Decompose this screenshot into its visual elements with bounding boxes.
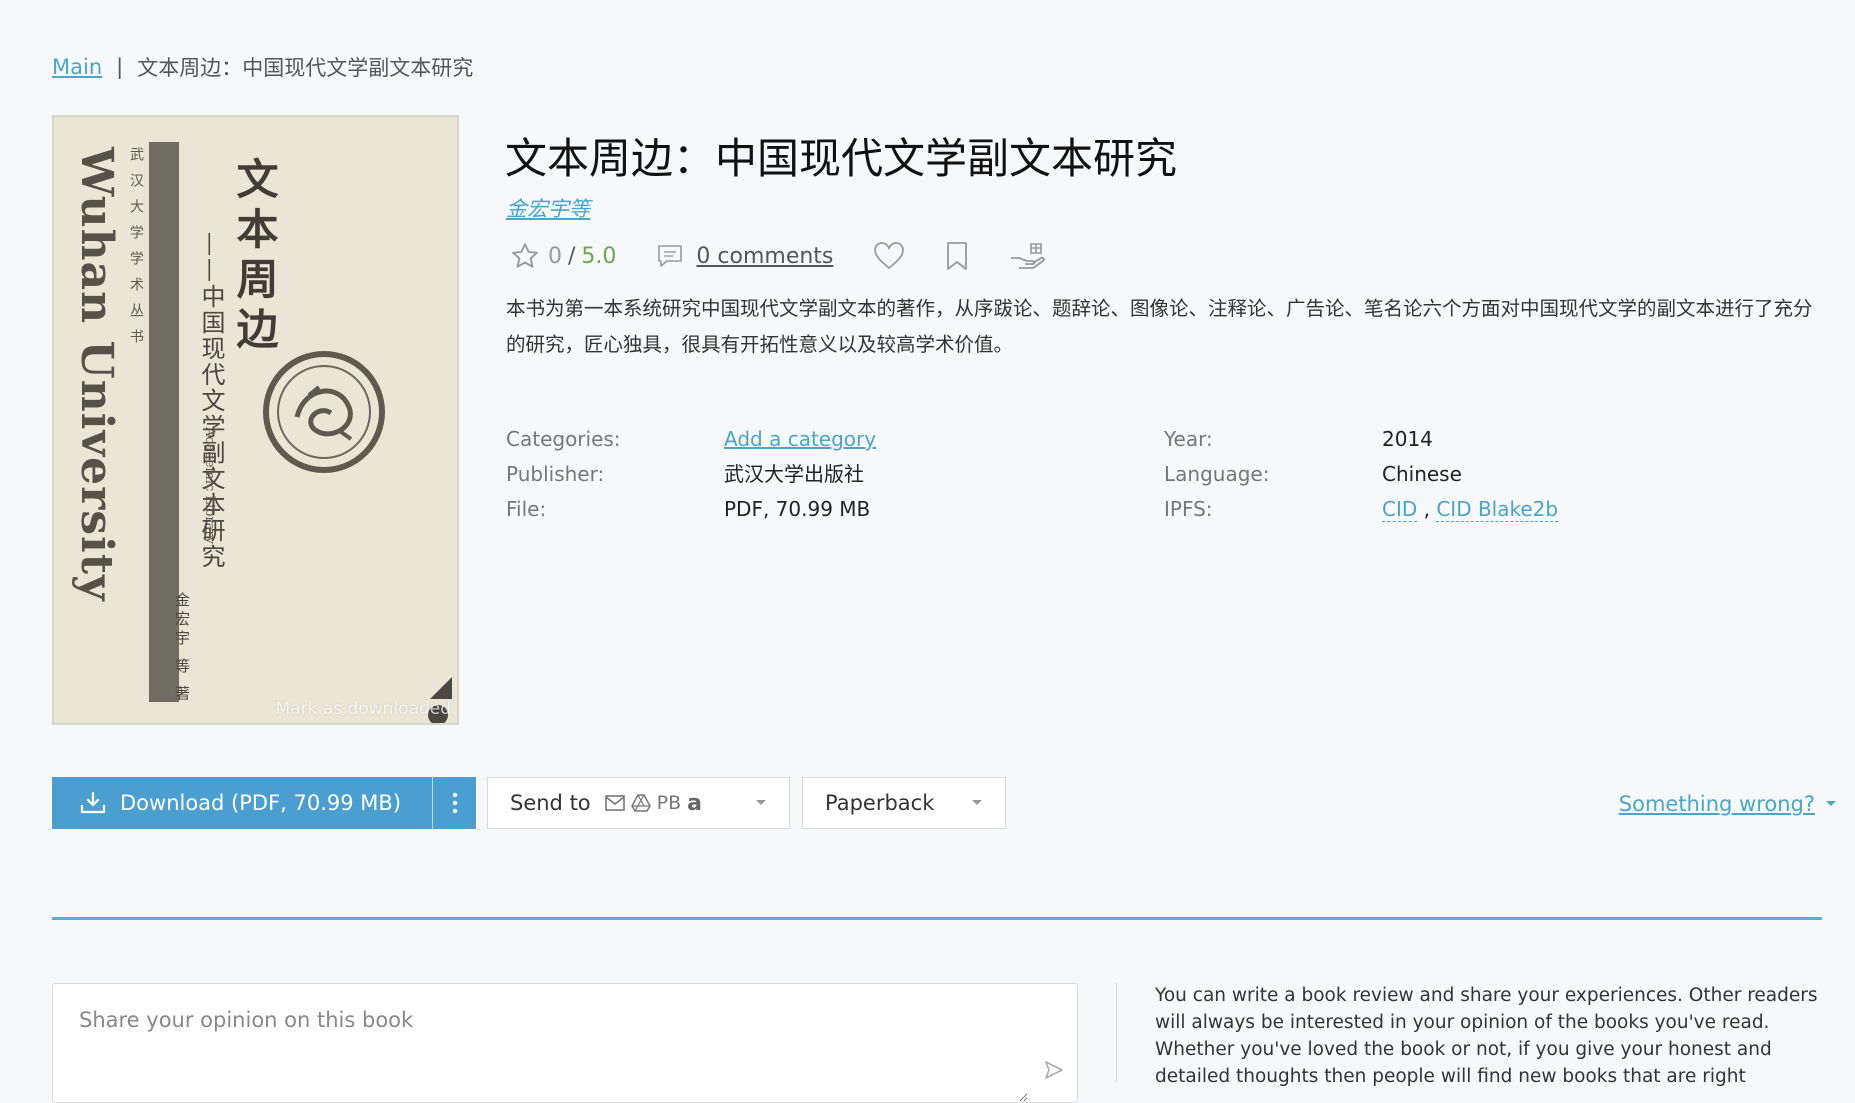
bookmark-icon[interactable] bbox=[945, 241, 969, 271]
send-icon[interactable] bbox=[1043, 1059, 1065, 1081]
cover-series-en: Academic Library bbox=[202, 427, 217, 544]
download-icon bbox=[80, 791, 106, 814]
year-label: Year: bbox=[1164, 427, 1213, 451]
cover-english-title: Wuhan University bbox=[71, 147, 122, 602]
property-publisher: Publisher: 武汉大学出版社 bbox=[506, 457, 876, 492]
book-actions-row: 0 / 5.0 0 comments bbox=[510, 238, 1047, 274]
breadcrumb-separator: | bbox=[116, 55, 124, 79]
caret-down-icon bbox=[972, 800, 982, 805]
send-to-label: Send to bbox=[510, 791, 591, 815]
send-to-icons: PB a bbox=[604, 790, 708, 816]
download-button-group: Download (PDF, 70.99 MB) bbox=[52, 777, 476, 829]
property-year: Year: 2014 bbox=[1164, 422, 1558, 457]
book-properties-left: Categories: Add a category Publisher: 武汉… bbox=[506, 422, 876, 527]
cover-cn-author: 金宏宇 等 著 bbox=[173, 592, 191, 705]
cover-series-small: 武汉大学学术丛书 bbox=[128, 147, 144, 355]
caret-down-icon bbox=[1826, 801, 1836, 806]
favorite-button[interactable] bbox=[873, 241, 905, 271]
heart-icon[interactable] bbox=[873, 241, 905, 271]
ipfs-cid-blake2b-link[interactable]: CID Blake2b bbox=[1436, 497, 1559, 522]
share-button[interactable] bbox=[1009, 240, 1047, 272]
property-language: Language: Chinese bbox=[1164, 457, 1558, 492]
send-to-dropdown[interactable]: Send to PB a bbox=[487, 777, 790, 829]
share-hand-icon[interactable] bbox=[1009, 240, 1047, 272]
review-help-text: You can write a book review and share yo… bbox=[1155, 985, 1818, 1087]
review-input[interactable] bbox=[53, 984, 1028, 1102]
publisher-value: 武汉大学出版社 bbox=[724, 462, 864, 486]
language-value: Chinese bbox=[1382, 462, 1462, 486]
book-author-link[interactable]: 金宏宇等 bbox=[506, 193, 590, 223]
comment-icon bbox=[658, 245, 683, 267]
download-button-label: Download (PDF, 70.99 MB) bbox=[120, 791, 402, 815]
star-icon[interactable] bbox=[510, 241, 540, 271]
file-value: PDF, 70.99 MB bbox=[724, 497, 871, 521]
ipfs-value: CID , CID Blake2b bbox=[1382, 492, 1559, 527]
rating[interactable]: 0 / 5.0 bbox=[510, 241, 616, 271]
more-vertical-icon bbox=[452, 792, 457, 814]
comments-link[interactable]: 0 comments bbox=[696, 244, 833, 269]
section-divider bbox=[52, 917, 1822, 920]
cover-cn-title: 文本周边 bbox=[230, 157, 279, 357]
file-label: File: bbox=[506, 497, 547, 521]
download-more-button[interactable] bbox=[432, 777, 476, 829]
property-file: File: PDF, 70.99 MB bbox=[506, 492, 876, 527]
property-ipfs: IPFS: CID , CID Blake2b bbox=[1164, 492, 1559, 527]
book-cover[interactable]: Wuhan University 武汉大学学术丛书 文本周边 ——中国现代文学副… bbox=[52, 115, 459, 725]
ipfs-separator: , bbox=[1423, 497, 1430, 521]
email-icon bbox=[604, 795, 625, 811]
rating-value: 0 bbox=[548, 243, 562, 269]
property-categories: Categories: Add a category bbox=[506, 422, 876, 457]
something-wrong-link[interactable]: Something wrong? bbox=[1619, 792, 1837, 816]
amazon-icon: a bbox=[687, 790, 703, 816]
book-title: 文本周边：中国现代文学副文本研究 bbox=[505, 134, 1178, 183]
paperback-dropdown[interactable]: Paperback bbox=[802, 777, 1006, 829]
review-box bbox=[52, 983, 1078, 1103]
add-category-link[interactable]: Add a category bbox=[724, 422, 876, 457]
breadcrumb: Main | 文本周边：中国现代文学副文本研究 bbox=[52, 52, 473, 82]
drive-icon bbox=[630, 794, 651, 812]
something-wrong-label: Something wrong? bbox=[1618, 792, 1815, 816]
year-value: 2014 bbox=[1382, 427, 1433, 451]
language-label: Language: bbox=[1164, 462, 1270, 486]
book-description: 本书为第一本系统研究中国现代文学副文本的著作，从序跋论、题辞论、图像论、注释论、… bbox=[506, 297, 1813, 356]
cover-seal-icon bbox=[263, 351, 385, 473]
caret-down-icon bbox=[756, 800, 766, 805]
paperback-label: Paperback bbox=[825, 791, 935, 815]
categories-label: Categories: bbox=[506, 427, 621, 451]
breadcrumb-main-link[interactable]: Main bbox=[52, 55, 102, 79]
comments[interactable]: 0 comments bbox=[656, 243, 833, 269]
book-properties-right: Year: 2014 Language: Chinese IPFS: CID ,… bbox=[1164, 422, 1559, 527]
send-pb-label: PB bbox=[656, 792, 682, 814]
rating-separator: / bbox=[568, 243, 576, 269]
publisher-label: Publisher: bbox=[506, 462, 605, 486]
breadcrumb-current: 文本周边：中国现代文学副文本研究 bbox=[137, 56, 474, 80]
rating-max: 5.0 bbox=[581, 243, 617, 269]
bookmark-button[interactable] bbox=[945, 241, 969, 271]
ipfs-label: IPFS: bbox=[1164, 497, 1213, 521]
review-separator bbox=[1116, 983, 1117, 1083]
ipfs-cid-link[interactable]: CID bbox=[1382, 497, 1418, 522]
download-button[interactable]: Download (PDF, 70.99 MB) bbox=[52, 777, 432, 829]
mark-as-downloaded[interactable]: Mark as downloaded bbox=[276, 699, 451, 719]
